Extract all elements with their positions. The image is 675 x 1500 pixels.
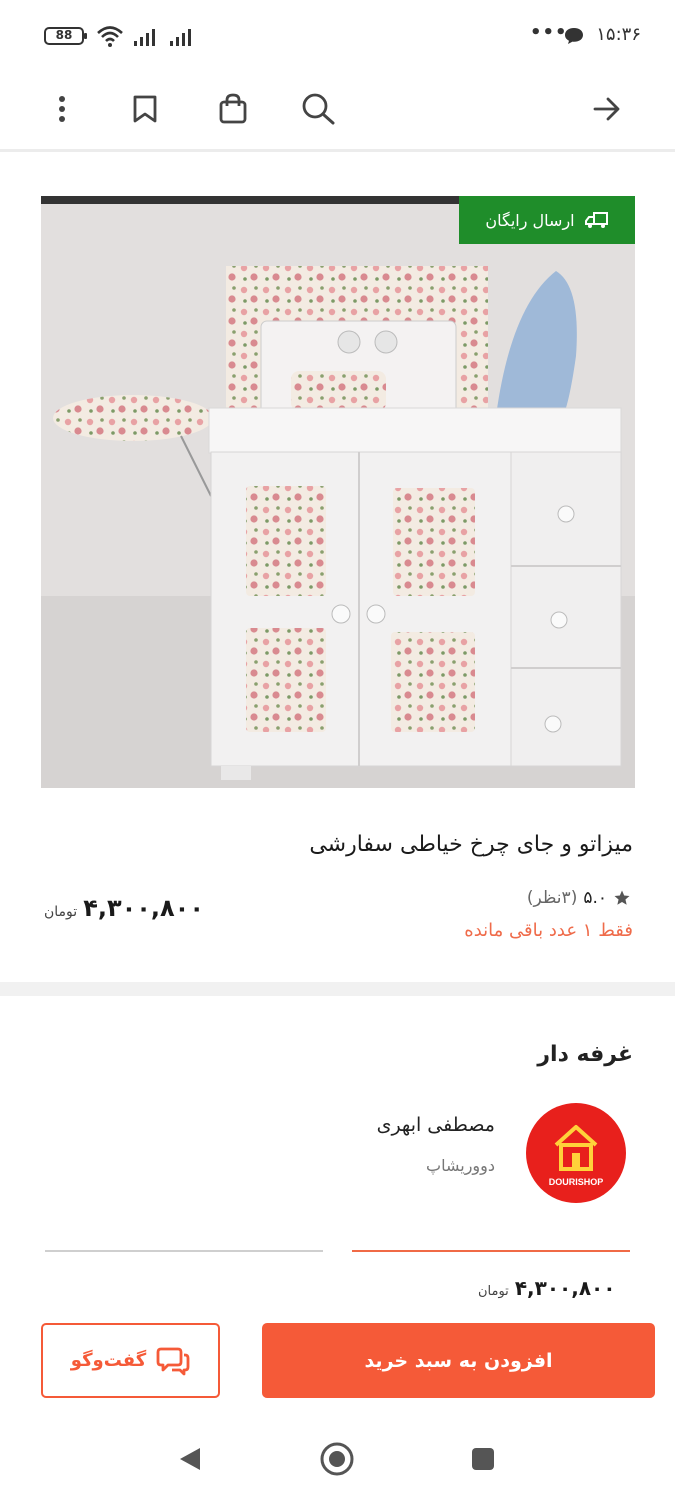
booth-title: غرفه دار — [537, 1042, 633, 1067]
chat-label: گفت‌وگو — [70, 1350, 147, 1371]
chat-notification-icon — [565, 28, 583, 44]
status-bar: 88 ••• ۱۵:۳۶ — [0, 0, 675, 72]
signal-icon-1 — [134, 26, 155, 46]
system-nav-bar — [0, 1415, 675, 1500]
nav-back-button[interactable] — [170, 1439, 210, 1479]
price-currency: تومان — [44, 904, 78, 920]
free-shipping-badge: ارسال رایگان — [459, 196, 635, 244]
signal-icon-2 — [170, 26, 191, 46]
chat-icon — [156, 1347, 190, 1375]
product-image[interactable]: ارسال رایگان — [41, 196, 635, 788]
seller-name[interactable]: مصطفی ابهری — [377, 1114, 495, 1136]
rating-row: ۵.۰ (۳نظر) — [527, 888, 631, 908]
stock-message: فقط ۱ عدد باقی مانده — [464, 920, 633, 941]
battery-level: 88 — [55, 28, 73, 42]
free-shipping-label: ارسال رایگان — [485, 210, 575, 230]
shopping-bag-icon — [219, 93, 247, 124]
price-value: ۴,۳۰۰,۸۰۰ — [83, 894, 204, 922]
chat-button[interactable]: گفت‌وگو — [41, 1323, 220, 1398]
back-button[interactable] — [584, 86, 630, 132]
nav-recents-button[interactable] — [463, 1439, 503, 1479]
tab-divider-active — [352, 1250, 630, 1252]
tab-divider-inactive — [45, 1250, 323, 1252]
bookmark-icon — [133, 95, 157, 123]
top-toolbar — [0, 72, 675, 152]
add-to-cart-button[interactable]: افزودن به سبد خرید — [262, 1323, 655, 1398]
arrow-right-icon — [593, 97, 620, 121]
rating-value: ۵.۰ — [583, 888, 607, 908]
product-title: میزاتو و جای چرخ خیاطی سفارشی — [309, 832, 633, 857]
notification-dots: ••• — [530, 22, 568, 43]
shop-logo-text: DOURISHOP — [549, 1177, 604, 1187]
search-button[interactable] — [295, 86, 341, 132]
nav-recents-icon — [472, 1448, 494, 1470]
shop-logo[interactable]: DOURISHOP — [526, 1103, 626, 1203]
footer-price-currency: تومان — [478, 1284, 509, 1299]
nav-back-icon — [180, 1448, 200, 1470]
product-photo — [41, 196, 635, 788]
wifi-icon — [97, 26, 123, 47]
more-menu-button[interactable] — [39, 86, 85, 132]
battery-icon: 88 — [44, 27, 87, 45]
search-icon — [302, 93, 335, 125]
more-vertical-icon — [59, 96, 65, 122]
nav-home-icon — [320, 1442, 354, 1476]
truck-icon — [584, 212, 608, 228]
footer-price: ۴,۳۰۰,۸۰۰ تومان — [478, 1276, 615, 1300]
cart-button[interactable] — [210, 86, 256, 132]
bookmark-button[interactable] — [122, 86, 168, 132]
rating-count[interactable]: (۳نظر) — [527, 888, 577, 908]
add-to-cart-label: افزودن به سبد خرید — [364, 1349, 553, 1372]
shop-name[interactable]: دووریشاپ — [426, 1156, 495, 1175]
status-time: ۱۵:۳۶ — [596, 24, 641, 45]
nav-home-button[interactable] — [317, 1439, 357, 1479]
section-divider — [0, 982, 675, 996]
star-icon — [614, 890, 630, 905]
footer-price-value: ۴,۳۰۰,۸۰۰ — [514, 1276, 616, 1300]
house-logo-icon: DOURISHOP — [549, 1125, 604, 1187]
product-price: ۴,۳۰۰,۸۰۰ تومان — [44, 894, 204, 922]
